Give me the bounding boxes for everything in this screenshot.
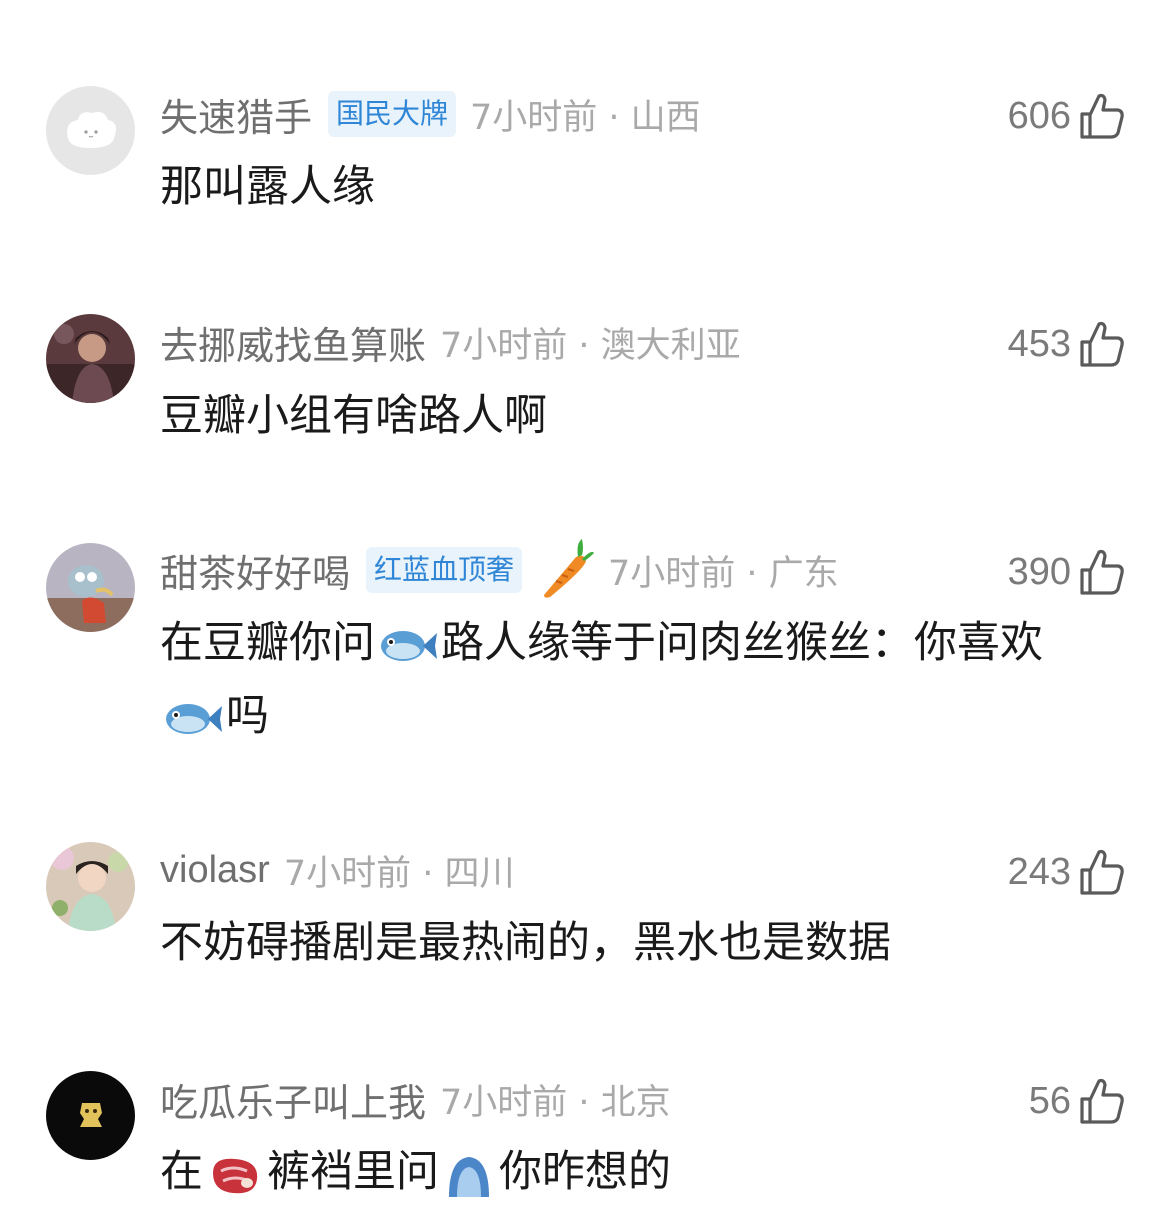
text-segment: 在豆瓣你问: [160, 618, 375, 668]
like-count: 243: [1007, 850, 1071, 893]
comment-meta: 去挪威找鱼算账 7小时前 · 澳大利亚: [160, 316, 741, 368]
comment-meta: 失速猎手 国民大牌 7小时前 · 山西: [160, 88, 701, 140]
avatar[interactable]: [46, 842, 135, 931]
time-location: 7小时前 · 山西: [470, 97, 701, 138]
avatar[interactable]: [46, 314, 135, 403]
text-segment: 路人缘等于问肉丝猴丝：你喜欢: [441, 618, 1043, 668]
thumbs-up-icon[interactable]: [1079, 848, 1125, 896]
avatar[interactable]: [46, 1071, 135, 1160]
comment-meta: violasr 7小时前 · 四川: [160, 844, 514, 896]
text-segment: 你昨想的: [499, 1147, 671, 1197]
comment-meta: 甜茶好好喝 红蓝血顶奢 7小时前 · 广东: [160, 539, 839, 598]
like-button[interactable]: 243: [1008, 846, 1125, 898]
badge[interactable]: 国民大牌: [328, 91, 457, 137]
comment-text: 豆瓣小组有啥路人啊: [160, 391, 547, 441]
thumbs-up-icon[interactable]: [1079, 1077, 1125, 1125]
like-button[interactable]: 606: [1008, 90, 1125, 142]
like-count: 453: [1007, 322, 1071, 365]
blue-emoji: [443, 1153, 495, 1197]
thumbs-up-icon[interactable]: [1079, 548, 1125, 596]
like-count: 56: [1028, 1079, 1071, 1122]
avatar[interactable]: [46, 543, 135, 632]
username[interactable]: violasr: [160, 849, 270, 892]
like-button[interactable]: 56: [1029, 1075, 1125, 1127]
comment-text: 不妨碍播剧是最热闹的，黑水也是数据: [160, 918, 891, 968]
username[interactable]: 失速猎手: [160, 87, 312, 142]
text-segment: 裤裆里问: [267, 1147, 439, 1197]
time-location: 7小时前 · 四川: [283, 853, 515, 894]
text-segment: 吗: [226, 691, 269, 741]
username[interactable]: 甜茶好好喝: [160, 543, 350, 598]
time-location: 7小时前 · 北京: [440, 1082, 671, 1123]
like-count: 390: [1007, 550, 1071, 593]
carrot-icon: [536, 537, 595, 603]
fish-emoji: [164, 698, 222, 740]
time-location: 7小时前 · 澳大利亚: [440, 325, 741, 366]
thumbs-up-icon[interactable]: [1079, 320, 1125, 368]
like-button[interactable]: 390: [1008, 546, 1125, 598]
fish-emoji: [379, 625, 437, 667]
badge[interactable]: 红蓝血顶奢: [366, 547, 523, 593]
username[interactable]: 吃瓜乐子叫上我: [160, 1072, 426, 1127]
time-location: 7小时前 · 广东: [608, 553, 839, 594]
text-segment: 在: [160, 1147, 203, 1197]
username[interactable]: 去挪威找鱼算账: [160, 315, 426, 370]
comment-text: 在 裤裆里问 你昨想的: [160, 1136, 1089, 1209]
comment-text: 在豆瓣你问 路人缘等于问肉丝猴丝：你喜欢吗: [160, 607, 1089, 753]
like-button[interactable]: 453: [1008, 318, 1125, 370]
comment-text: 那叫露人缘: [160, 162, 375, 212]
thumbs-up-icon[interactable]: [1079, 92, 1125, 140]
like-count: 606: [1007, 94, 1071, 137]
avatar[interactable]: [46, 86, 135, 175]
meat-emoji: [207, 1153, 263, 1197]
comment-meta: 吃瓜乐子叫上我 7小时前 · 北京: [160, 1073, 671, 1125]
